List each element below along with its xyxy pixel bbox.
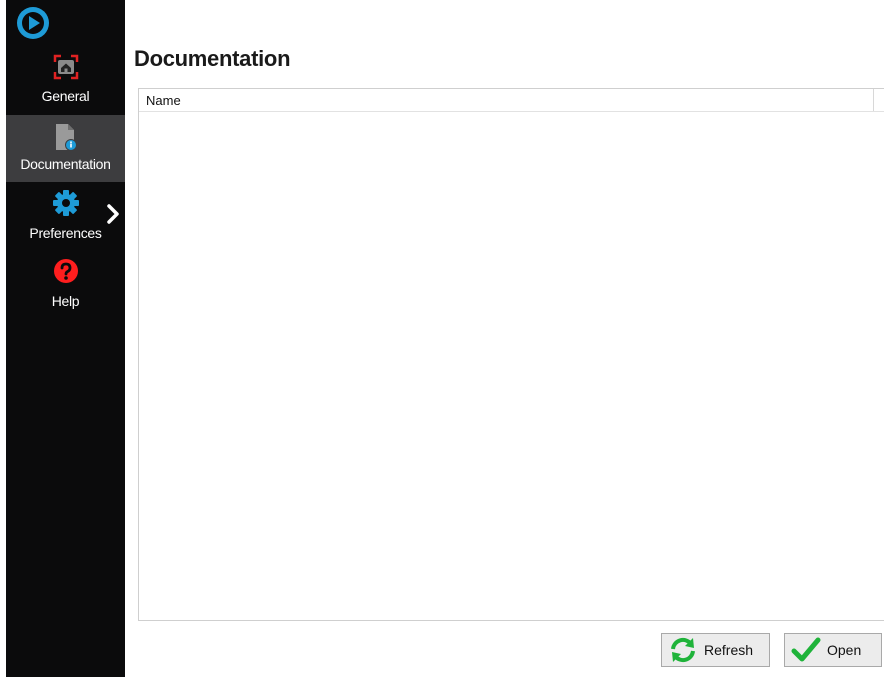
page-title: Documentation (134, 46, 291, 71)
checkmark-icon (791, 637, 821, 662)
chevron-right-icon[interactable] (105, 203, 121, 225)
play-logo-icon[interactable] (16, 6, 50, 40)
sidebar-item-documentation[interactable]: Documentation (6, 115, 125, 182)
document-info-icon (55, 124, 77, 151)
column-header-name[interactable]: Name (146, 93, 181, 108)
list-header: Name (139, 89, 884, 112)
sidebar: General Documentation Preferences Help (6, 0, 125, 677)
sidebar-item-general[interactable]: General (6, 48, 125, 114)
open-button[interactable]: Open (784, 633, 882, 667)
gear-icon (52, 190, 79, 216)
sidebar-item-label: Preferences (29, 225, 102, 241)
sidebar-item-label: General (41, 88, 90, 104)
documentation-list[interactable]: Name (138, 88, 884, 621)
refresh-icon (671, 637, 695, 663)
sidebar-item-label: Help (51, 293, 80, 309)
column-divider[interactable] (873, 89, 874, 111)
open-button-label: Open (827, 642, 862, 658)
refresh-button[interactable]: Refresh (661, 633, 770, 667)
sidebar-item-label: Documentation (20, 156, 111, 172)
refresh-button-label: Refresh (704, 642, 754, 658)
question-icon (53, 259, 78, 283)
sidebar-item-help[interactable]: Help (6, 253, 125, 319)
home-frame-icon (53, 54, 78, 80)
